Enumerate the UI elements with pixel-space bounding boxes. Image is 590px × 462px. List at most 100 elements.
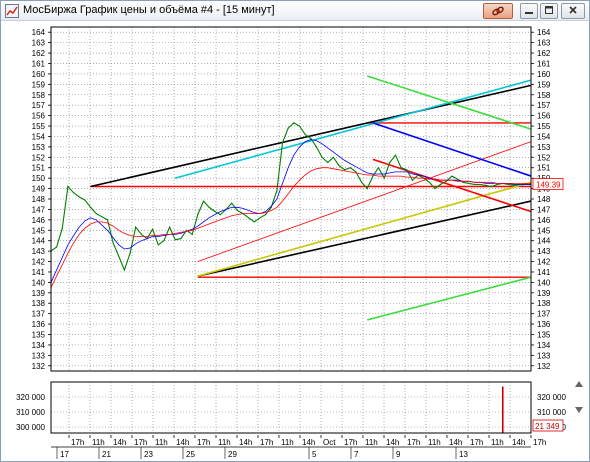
price-point [434,188,436,190]
price-point [248,217,250,219]
price-point [84,199,86,201]
maximize-button[interactable] [540,3,558,19]
volume-scroll-up-icon[interactable] [574,379,584,389]
time-tick-label: 11h [365,438,378,447]
price-point [219,214,221,216]
price-tick-label-right: 135 [537,331,551,340]
price-point [445,180,447,182]
time-tick-label: 17h [71,438,84,447]
time-tick-label: 17h [407,438,420,447]
price-tick-label-right: 162 [537,49,551,58]
time-tick-label: 14h [113,438,126,447]
price-point [95,213,97,215]
price-tick-label-left: 160 [32,70,46,79]
price-point [344,169,346,171]
price-tick-label-right: 139 [537,289,551,298]
price-point [496,183,498,186]
price-tick-label-left: 134 [32,341,46,350]
price-tick-label-right: 160 [537,70,551,79]
price-tick-label-left: 156 [32,112,46,121]
price-point [129,252,131,254]
price-tick-label-left: 136 [32,320,46,329]
price-tick-label-right: 132 [537,362,551,371]
price-point [338,165,340,167]
price-point [123,269,125,271]
price-tick-label-right: 161 [537,59,551,68]
time-tick-label: 14h [239,438,252,447]
price-tick-label-left: 157 [32,101,46,110]
price-point [118,255,120,257]
trend-line[interactable] [197,200,532,277]
volume-chart[interactable]: 300 000310 000320 000 300 000310 000320 … [1,379,589,435]
price-point [400,167,402,169]
price-tick-label-left: 155 [32,122,46,131]
date-tick-label: 9 [396,450,401,459]
time-tick-label: 17h [344,438,357,447]
price-tick-label-left: 137 [32,310,46,319]
price-tick-label-left: 149 [32,185,46,194]
trend-line[interactable] [367,276,532,321]
date-tick-label: 23 [144,450,153,459]
current-price-label: 149.39 [536,181,561,190]
maximize-icon [545,6,553,14]
price-point [327,161,329,164]
price-tick-label-right: 142 [537,258,551,267]
price-point [411,179,413,181]
price-tick-label-right: 133 [537,351,551,360]
price-tick-label-right: 151 [537,164,551,173]
price-tick-label-left: 145 [32,226,46,235]
price-point [180,238,182,240]
price-tick-label-right: 141 [537,268,551,277]
chart-app-icon [5,4,19,18]
chart-window: МосБиржа График цены и объёма #4 - [15 м… [0,0,590,462]
close-button[interactable] [561,3,585,19]
minimize-button[interactable] [520,3,538,19]
price-point [152,228,154,230]
price-tick-label-right: 146 [537,216,551,225]
price-tick-label-right: 145 [537,226,551,235]
price-point [101,216,103,218]
volume-tick-label-left: 320 000 [16,393,45,402]
close-icon [569,6,577,14]
trend-line[interactable] [372,158,532,213]
time-tick-label: 17h [533,438,546,447]
price-point [315,146,317,148]
price-point [231,202,233,204]
title-bar[interactable]: МосБиржа График цены и объёма #4 - [15 м… [1,1,589,21]
trend-line[interactable] [197,181,532,277]
price-point [276,190,278,192]
price-tick-label-right: 154 [537,132,551,141]
price-point [106,219,109,221]
price-point [355,171,357,173]
time-tick-label: 14h [386,438,399,447]
time-tick-label: Oct [323,438,336,447]
price-point [298,125,301,127]
price-point [310,137,312,140]
minimize-icon [525,12,533,14]
price-point [321,156,323,158]
price-point [140,233,142,235]
time-tick-label: 11h [218,438,231,447]
volume-scroll-down-icon[interactable] [574,405,584,415]
price-point [377,167,380,169]
price-tick-label-right: 138 [537,299,551,308]
trend-line[interactable] [372,122,532,177]
time-tick-label: 14h [302,438,315,447]
trend-line[interactable] [366,75,532,130]
price-tick-label-left: 162 [32,49,46,58]
volume-plot-frame [50,381,532,434]
price-tick-label-right: 152 [537,153,551,162]
price-point [174,239,176,241]
price-tick-label-left: 154 [32,132,46,141]
price-tick-label-left: 135 [32,331,46,340]
price-point [287,127,289,129]
price-point [78,196,80,198]
volume-tick-label-right: 310 000 [537,408,566,417]
price-tick-label-left: 161 [32,59,46,68]
link-button[interactable] [483,3,513,19]
price-point [208,206,210,208]
price-point [214,210,216,213]
price-chart[interactable]: 1321331341351361371381391401411421431441… [1,22,589,374]
price-tick-label-right: 148 [537,195,551,204]
price-tick-label-right: 136 [537,320,551,329]
